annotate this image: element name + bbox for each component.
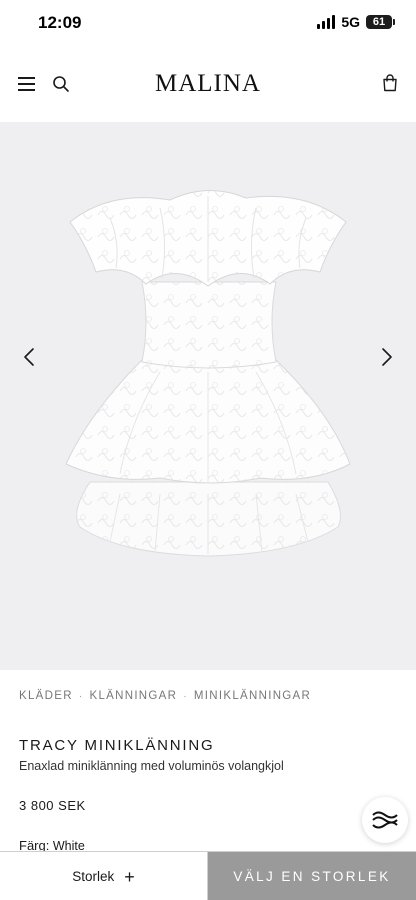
breadcrumb-separator: ·	[78, 690, 84, 702]
plus-icon: +	[124, 866, 135, 887]
breadcrumb: KLÄDER · KLÄNNINGAR · MINIKLÄNNINGAR	[19, 690, 311, 702]
size-label: Storlek	[72, 869, 115, 884]
status-time: 12:09	[38, 13, 82, 32]
breadcrumb-separator: ·	[183, 690, 188, 702]
chevron-right-icon[interactable]	[376, 345, 396, 369]
shopping-bag-icon[interactable]	[382, 74, 398, 92]
product-description: Enaxlad miniklänning med voluminös volan…	[19, 759, 284, 773]
status-bar: 12:09 5G 61	[0, 0, 416, 48]
bottom-action-bar: Storlek + VÄLJ EN STORLEK	[0, 851, 416, 900]
chat-button[interactable]	[362, 797, 408, 843]
choose-size-button[interactable]: VÄLJ EN STORLEK	[208, 852, 416, 900]
chat-icon	[372, 811, 398, 829]
product-image-dress	[65, 189, 351, 557]
chevron-left-icon[interactable]	[20, 345, 40, 369]
site-header: MALINA	[0, 48, 416, 122]
status-indicators: 5G 61	[317, 14, 395, 30]
breadcrumb-item-klader[interactable]: KLÄDER	[19, 690, 73, 702]
product-price: 3 800 SEK	[19, 798, 86, 813]
size-selector-button[interactable]: Storlek +	[0, 852, 208, 900]
battery-level: 61	[372, 16, 386, 28]
breadcrumb-item-miniklanningar[interactable]: MINIKLÄNNINGAR	[194, 690, 311, 702]
product-image-gallery[interactable]	[0, 122, 416, 670]
breadcrumb-item-klanningar[interactable]: KLÄNNINGAR	[89, 690, 177, 702]
product-title: TRACY MINIKLÄNNING	[19, 737, 215, 754]
brand-logo[interactable]: MALINA	[0, 70, 416, 98]
battery-icon: 61	[366, 15, 395, 29]
signal-icon	[317, 15, 336, 29]
network-type: 5G	[341, 14, 360, 30]
